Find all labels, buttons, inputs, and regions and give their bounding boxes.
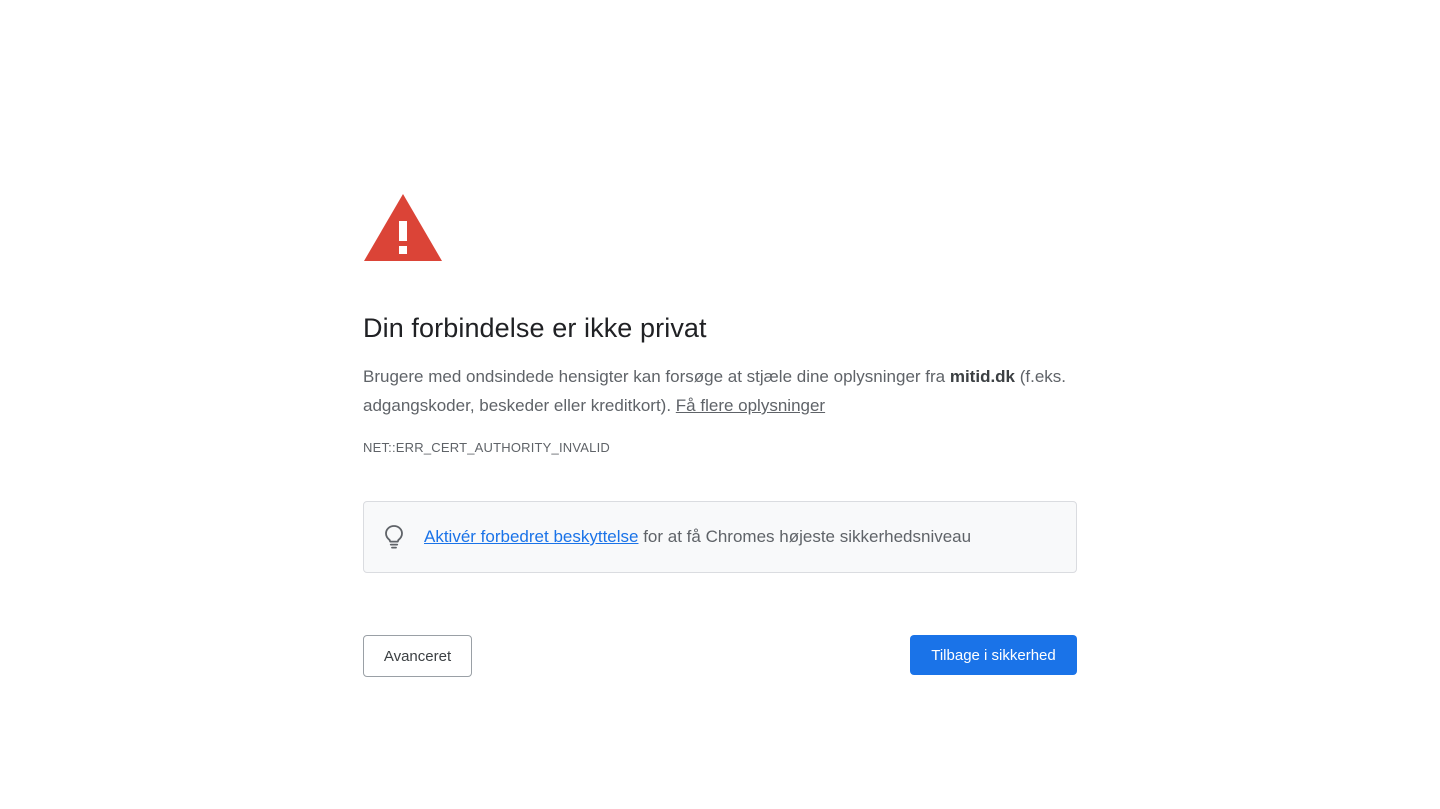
interstitial-content: Din forbindelse er ikke privat Brugere m… <box>363 193 1077 573</box>
page-title: Din forbindelse er ikke privat <box>363 313 707 343</box>
security-interstitial-page: Din forbindelse er ikke privat Brugere m… <box>0 0 1440 809</box>
warning-triangle-icon <box>364 194 442 261</box>
enhanced-protection-box: Aktivér forbedret beskyttelse for at få … <box>363 501 1077 573</box>
lightbulb-icon <box>385 525 403 549</box>
enhanced-protection-text: Aktivér forbedret beskyttelse for at få … <box>424 525 971 549</box>
enable-enhanced-protection-link[interactable]: Aktivér forbedret beskyttelse <box>424 527 638 546</box>
warning-description: Brugere med ondsindede hensigter kan for… <box>363 362 1077 420</box>
advanced-button[interactable]: Avanceret <box>363 635 472 677</box>
error-code: NET::ERR_CERT_AUTHORITY_INVALID <box>363 440 610 455</box>
description-prefix: Brugere med ondsindede hensigter kan for… <box>363 367 950 386</box>
enhanced-protection-suffix: for at få Chromes højeste sikkerhedsnive… <box>638 527 972 546</box>
learn-more-link[interactable]: Få flere oplysninger <box>676 396 825 415</box>
action-buttons: Avanceret Tilbage i sikkerhed <box>363 635 1077 677</box>
site-domain: mitid.dk <box>949 367 1016 386</box>
back-to-safety-button[interactable]: Tilbage i sikkerhed <box>910 635 1077 675</box>
